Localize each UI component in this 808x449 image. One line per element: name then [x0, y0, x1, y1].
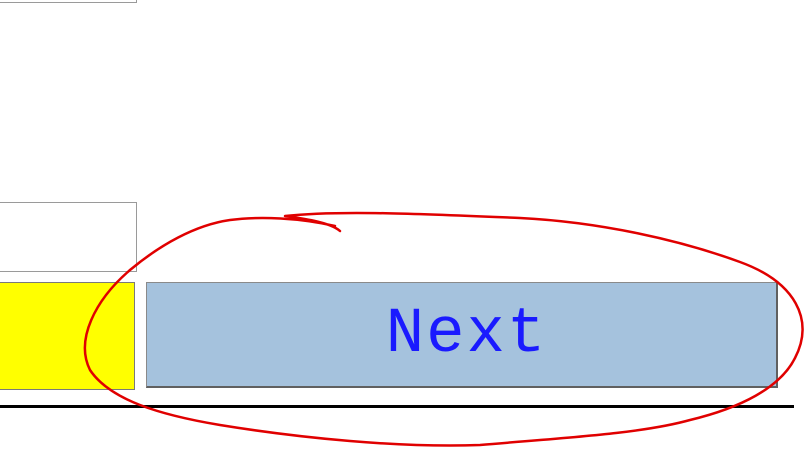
text-input-box[interactable]: [0, 202, 137, 272]
divider-line: [0, 405, 794, 408]
top-input-box[interactable]: [0, 0, 137, 3]
next-button-label: Next: [385, 298, 548, 371]
screen: Next: [0, 0, 808, 449]
yellow-panel: [0, 282, 135, 390]
next-button[interactable]: Next: [146, 282, 778, 388]
